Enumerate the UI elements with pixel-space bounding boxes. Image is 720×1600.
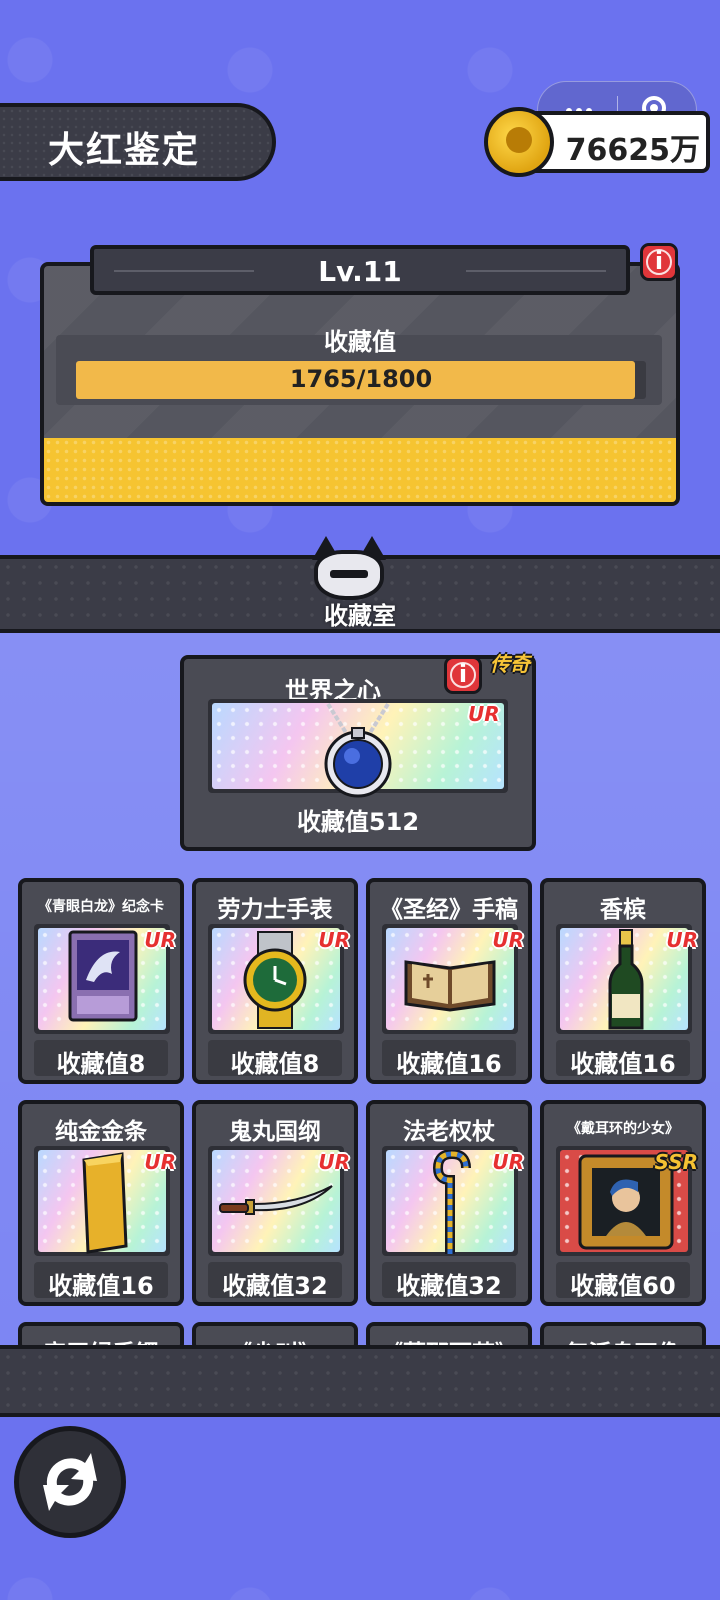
rarity-badge: UR <box>318 928 350 952</box>
item-name: 纯金金条 <box>55 1119 147 1145</box>
collection-item-card[interactable]: 鬼丸国纲 UR 收藏值32 <box>192 1100 358 1306</box>
page-title: 大红鉴定 <box>48 130 201 171</box>
page-title-plate: 大红鉴定 <box>0 103 276 181</box>
item-name: 法老权杖 <box>403 1119 495 1145</box>
item-value: 收藏值16 <box>396 1050 502 1078</box>
item-name: 《戴耳环的少女》 <box>567 1121 679 1137</box>
katana-icon <box>218 1182 334 1226</box>
bottom-bar <box>0 1345 720 1417</box>
rarity-badge: UR <box>666 928 698 952</box>
rarity-badge: UR <box>492 1150 524 1174</box>
watch-icon <box>236 930 314 1034</box>
featured-rarity-badge: UR <box>468 702 500 726</box>
rarity-badge: SSR <box>654 1150 699 1174</box>
featured-info-icon[interactable]: i <box>444 656 482 694</box>
collection-progress-text: 1765/1800 <box>289 365 433 393</box>
collection-item-card[interactable]: 纯金金条 UR 收藏值16 <box>18 1100 184 1306</box>
refresh-button[interactable] <box>14 1426 126 1538</box>
legendary-tag: 传奇 <box>490 652 530 676</box>
scepter-icon <box>432 1148 472 1262</box>
coin-amount: 76625万 <box>565 133 700 168</box>
collection-item-card[interactable]: 《圣经》手稿 UR 收藏值16 <box>366 878 532 1084</box>
collection-value-label: 收藏值 <box>324 328 396 356</box>
rarity-badge: UR <box>144 928 176 952</box>
item-name: 劳力士手表 <box>217 897 333 923</box>
champagne-icon <box>606 928 646 1036</box>
wolf-mascot-icon <box>308 532 390 600</box>
collection-progress-bar: 1765/1800 <box>76 361 646 399</box>
item-name: 《圣经》手稿 <box>380 897 518 923</box>
item-name: 香槟 <box>600 897 646 923</box>
item-value: 收藏值8 <box>230 1050 320 1078</box>
collection-item-card[interactable]: 《青眼白龙》纪念卡 UR 收藏值8 <box>18 878 184 1084</box>
collection-item-card[interactable]: 法老权杖 UR 收藏值32 <box>366 1100 532 1306</box>
item-name: 鬼丸国纲 <box>229 1119 321 1145</box>
collection-item-card[interactable]: 香槟 UR 收藏值16 <box>540 878 706 1084</box>
level-label: Lv.11 <box>318 255 402 288</box>
featured-item-value: 收藏值512 <box>296 808 420 836</box>
item-value: 收藏值16 <box>570 1050 676 1078</box>
item-value: 收藏值60 <box>570 1272 676 1300</box>
item-value: 收藏值16 <box>48 1272 154 1300</box>
item-value: 收藏值8 <box>56 1050 146 1078</box>
rarity-badge: UR <box>318 1150 350 1174</box>
dragon-card-icon <box>68 930 138 1026</box>
level-panel-yellow-band <box>44 438 676 502</box>
item-value: 收藏值32 <box>396 1272 502 1300</box>
collection-room-label: 收藏室 <box>324 602 396 630</box>
item-name: 《青眼白龙》纪念卡 <box>38 899 164 915</box>
collection-item-card[interactable]: 劳力士手表 UR 收藏值8 <box>192 878 358 1084</box>
book-icon <box>402 952 498 1016</box>
refresh-arrow-icon <box>43 1453 97 1511</box>
collection-item-card[interactable]: 《戴耳环的少女》 SSR 收藏值60 <box>540 1100 706 1306</box>
gold-bar-icon <box>76 1150 132 1260</box>
sapphire-necklace-icon <box>324 702 392 798</box>
skull-coin-icon <box>484 107 554 177</box>
level-info-icon[interactable]: i <box>640 243 678 281</box>
rarity-badge: UR <box>144 1150 176 1174</box>
rarity-badge: UR <box>492 928 524 952</box>
item-value: 收藏值32 <box>222 1272 328 1300</box>
level-plate: Lv.11 <box>90 245 630 295</box>
